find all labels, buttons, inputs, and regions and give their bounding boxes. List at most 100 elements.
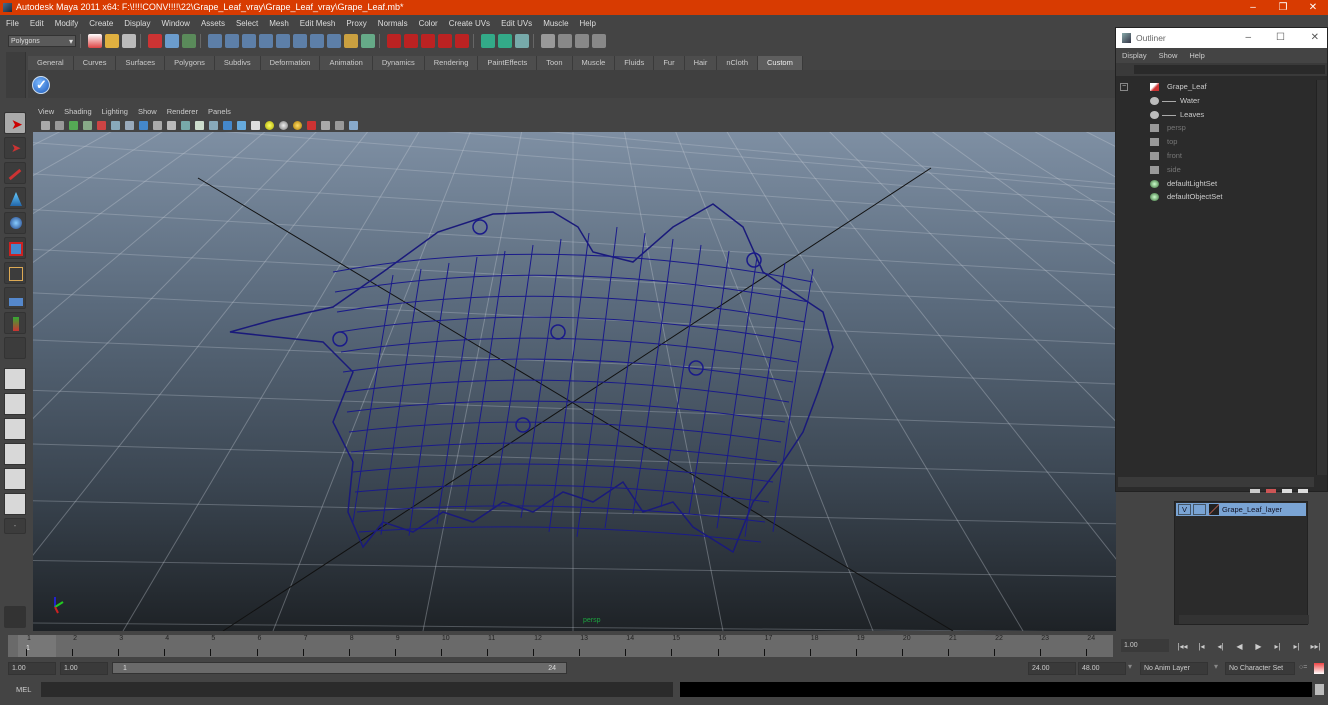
go-to-end-button[interactable]: ▸▸| <box>1306 642 1325 651</box>
step-back-key-button[interactable]: |◂ <box>1192 642 1211 651</box>
shelf-tab-subdivs[interactable]: Subdivs <box>214 56 261 70</box>
move-tool-icon[interactable] <box>4 187 26 209</box>
menu-create[interactable]: Create <box>89 19 113 28</box>
minimize-button[interactable]: – <box>1238 0 1268 15</box>
hud-icon[interactable] <box>349 120 358 130</box>
panel-menu-lighting[interactable]: Lighting <box>102 107 128 116</box>
isolate-select-icon[interactable] <box>307 120 316 130</box>
select-tool-icon[interactable]: ➤ <box>4 112 26 134</box>
scale-tool-icon[interactable] <box>4 237 26 259</box>
playback-start-field[interactable]: 1.00 <box>60 662 108 675</box>
panel-menu-renderer[interactable]: Renderer <box>167 107 198 116</box>
perspective-viewport[interactable]: persp <box>33 132 1116 631</box>
close-button[interactable]: ✕ <box>1298 0 1328 15</box>
hypershade-persp-layout-icon[interactable] <box>4 468 26 490</box>
rotate-tool-icon[interactable] <box>4 212 26 234</box>
resolution-gate-icon[interactable] <box>139 120 148 130</box>
anim-layer-field[interactable]: No Anim Layer <box>1140 662 1208 675</box>
go-to-start-button[interactable]: |◂◂ <box>1173 642 1192 651</box>
snap-to-points-icon[interactable] <box>421 34 435 48</box>
grease-pencil-icon[interactable] <box>97 120 106 130</box>
current-frame-marker[interactable]: 1 <box>18 635 56 657</box>
select-by-hierarchy-icon[interactable] <box>148 34 162 48</box>
gate-mask-icon[interactable] <box>153 120 162 130</box>
render-current-frame-icon[interactable] <box>558 34 572 48</box>
ipr-render-icon[interactable] <box>575 34 589 48</box>
layer-color-swatch[interactable] <box>1209 504 1219 515</box>
textured-icon[interactable] <box>251 120 260 130</box>
anim-layer-dropdown-arrow[interactable]: ▾ <box>1128 662 1132 671</box>
panel-menu-view[interactable]: View <box>38 107 54 116</box>
shelf-tab-deformation[interactable]: Deformation <box>260 56 321 70</box>
menu-edit-mesh[interactable]: Edit Mesh <box>300 19 336 28</box>
snap-to-curves-icon[interactable] <box>404 34 418 48</box>
menu-window[interactable]: Window <box>162 19 190 28</box>
outliner-item[interactable]: − Grape_Leaf <box>1116 80 1316 94</box>
shelf-tab-painteffects[interactable]: PaintEffects <box>478 56 538 70</box>
step-back-frame-button[interactable]: ◂| <box>1211 642 1230 651</box>
menu-mesh[interactable]: Mesh <box>269 19 289 28</box>
persp-graph-hypergraph-layout-icon[interactable] <box>4 493 26 515</box>
character-set-dropdown-arrow[interactable]: ▾ <box>1214 662 1218 671</box>
open-scene-icon[interactable] <box>105 34 119 48</box>
step-forward-key-button[interactable]: ▸| <box>1287 642 1306 651</box>
menu-assets[interactable]: Assets <box>201 19 225 28</box>
outliner-close-button[interactable]: ✕ <box>1311 28 1319 48</box>
menu-display[interactable]: Display <box>124 19 150 28</box>
select-handles-icon[interactable] <box>208 34 222 48</box>
outliner-item[interactable]: top <box>1116 135 1316 149</box>
wireframe-icon[interactable] <box>209 120 218 130</box>
shelf-tab-dynamics[interactable]: Dynamics <box>372 56 425 70</box>
layer-type-toggle[interactable] <box>1193 504 1206 515</box>
save-scene-icon[interactable] <box>122 34 136 48</box>
select-curves-icon[interactable] <box>242 34 256 48</box>
select-surfaces-icon[interactable] <box>259 34 273 48</box>
mel-command-input[interactable] <box>41 682 673 697</box>
xray-joints-icon[interactable] <box>335 120 344 130</box>
menu-muscle[interactable]: Muscle <box>543 19 568 28</box>
select-misc-icon[interactable] <box>327 34 341 48</box>
field-chart-icon[interactable] <box>167 120 176 130</box>
outliner-menu-help[interactable]: Help <box>1189 51 1204 60</box>
make-live-icon[interactable] <box>455 34 469 48</box>
lock-selection-icon[interactable] <box>344 34 358 48</box>
panel-menu-panels[interactable]: Panels <box>208 107 231 116</box>
shelf-tab-hair[interactable]: Hair <box>684 56 718 70</box>
show-manipulator-icon[interactable] <box>4 312 26 334</box>
highlight-selection-icon[interactable] <box>361 34 375 48</box>
graph-persp-layout-icon[interactable] <box>4 443 26 465</box>
checkmark-shelf-icon[interactable] <box>32 76 50 94</box>
snap-to-grid-icon[interactable] <box>387 34 401 48</box>
outliner-maximize-button[interactable]: ☐ <box>1276 28 1285 48</box>
range-slider-end[interactable]: 24 <box>548 663 556 674</box>
menu-edit[interactable]: Edit <box>30 19 44 28</box>
select-deformations-icon[interactable] <box>276 34 290 48</box>
shelf-tab-surfaces[interactable]: Surfaces <box>116 56 166 70</box>
range-slider[interactable]: 1 24 <box>112 662 567 674</box>
wireframe-on-shaded-icon[interactable] <box>237 120 246 130</box>
restore-button[interactable]: ❐ <box>1268 0 1298 15</box>
panel-menu-shading[interactable]: Shading <box>64 107 92 116</box>
outliner-menu-display[interactable]: Display <box>1122 51 1147 60</box>
single-perspective-layout-icon[interactable] <box>4 368 26 390</box>
select-by-component-icon[interactable] <box>182 34 196 48</box>
animation-end-field[interactable]: 48.00 <box>1078 662 1126 675</box>
outliner-item[interactable]: front <box>1116 149 1316 163</box>
outliner-vertical-scrollbar[interactable] <box>1316 80 1327 475</box>
shelf-tab-custom[interactable]: Custom <box>758 56 803 70</box>
grid-toggle-icon[interactable] <box>111 120 120 130</box>
select-dynamics-icon[interactable] <box>293 34 307 48</box>
menu-select[interactable]: Select <box>236 19 258 28</box>
menu-normals[interactable]: Normals <box>378 19 408 28</box>
step-forward-frame-button[interactable]: ▸| <box>1268 642 1287 651</box>
animation-preferences-icon[interactable] <box>1314 663 1324 674</box>
shelf-options[interactable] <box>6 52 26 98</box>
expand-toggle[interactable]: − <box>1120 83 1128 91</box>
snap-to-view-planes-icon[interactable] <box>438 34 452 48</box>
menu-modify[interactable]: Modify <box>55 19 79 28</box>
shelf-tab-fluids[interactable]: Fluids <box>615 56 655 70</box>
2d-pan-zoom-icon[interactable] <box>83 120 92 130</box>
shelf-tab-polygons[interactable]: Polygons <box>165 56 215 70</box>
panel-menu-show[interactable]: Show <box>138 107 157 116</box>
output-ops-icon[interactable] <box>498 34 512 48</box>
